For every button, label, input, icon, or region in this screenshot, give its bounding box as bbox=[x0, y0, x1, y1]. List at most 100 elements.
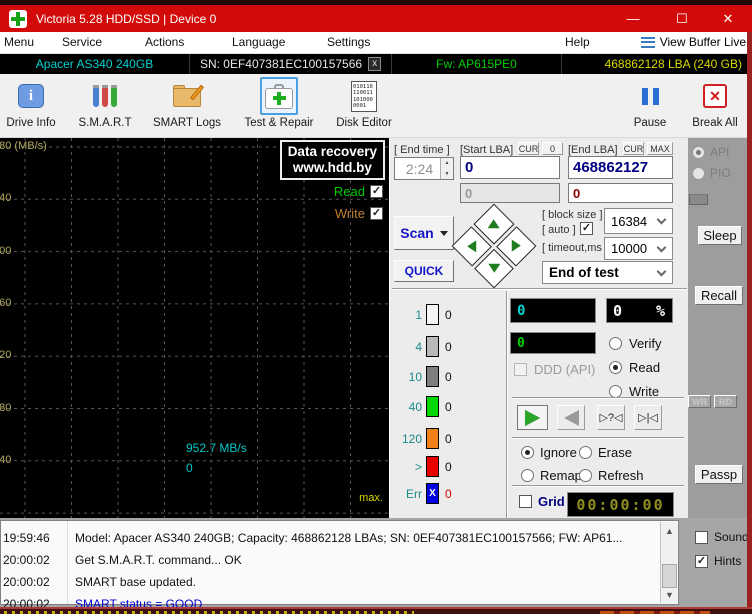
scan-button[interactable]: Scan bbox=[394, 216, 454, 250]
menu-item-service[interactable]: Service bbox=[62, 35, 102, 49]
action-radio-label: Refresh bbox=[598, 468, 644, 483]
mode-radio-read[interactable]: Read bbox=[609, 360, 660, 375]
minimize-button[interactable]: — bbox=[613, 5, 653, 32]
s-m-a-r-t-button[interactable]: S.M.A.R.T bbox=[72, 77, 138, 129]
end-cur-button[interactable]: CUR bbox=[623, 142, 644, 155]
scrollbar-thumb[interactable] bbox=[662, 564, 677, 588]
ignore-radio-icon bbox=[521, 446, 534, 459]
counter-row-10: 100 bbox=[394, 366, 452, 387]
menu-item-help[interactable]: Help bbox=[565, 35, 590, 49]
action-radio-refresh[interactable]: Refresh bbox=[579, 468, 644, 483]
mode-radio-verify[interactable]: Verify bbox=[609, 336, 662, 351]
device-capacity: 468862128 LBA (240 GB) bbox=[562, 54, 752, 74]
action-radio-erase[interactable]: Erase bbox=[579, 445, 632, 460]
down-arrow-icon bbox=[488, 264, 500, 273]
lba-lcd-display: 0 bbox=[510, 298, 596, 323]
end-of-test-dropdown[interactable]: End of test bbox=[542, 261, 673, 284]
menu-item-settings[interactable]: Settings bbox=[327, 35, 370, 49]
close-button[interactable]: ✕ bbox=[708, 5, 748, 32]
menu-item-actions[interactable]: Actions bbox=[145, 35, 184, 49]
victoria-window: Victoria 5.28 HDD/SSD | Device 0 — ☐ ✕ M… bbox=[0, 0, 752, 614]
hints-checkbox[interactable]: ✓ bbox=[695, 555, 708, 568]
quick-button[interactable]: QUICK bbox=[394, 260, 454, 282]
timeout-dropdown[interactable]: 10000 bbox=[604, 237, 673, 260]
sound-checkbox[interactable] bbox=[695, 531, 708, 544]
hints-option[interactable]: ✓ Hints bbox=[695, 554, 741, 568]
toolbar-button-label: S.M.A.R.T bbox=[78, 117, 131, 129]
ddd-api-option[interactable]: DDD (API) bbox=[514, 362, 595, 377]
maximize-button[interactable]: ☐ bbox=[662, 5, 702, 32]
log-output: 19:59:46Model: Apacer AS340 240GB; Capac… bbox=[0, 520, 679, 605]
test-repair-button[interactable]: Test & Repair bbox=[236, 77, 322, 129]
drive-info-button[interactable]: i Drive Info bbox=[0, 77, 62, 129]
grid-option[interactable]: Grid bbox=[519, 494, 565, 509]
toolbar-button-label: Drive Info bbox=[6, 117, 55, 129]
app-icon bbox=[9, 10, 27, 28]
read-checkbox[interactable]: ✓ bbox=[370, 185, 383, 198]
timeout-label: [ timeout,ms ] bbox=[542, 242, 608, 254]
start-zero-button[interactable]: 0 bbox=[542, 142, 563, 155]
start-lba-input[interactable]: 0 bbox=[460, 156, 560, 179]
divider bbox=[392, 288, 687, 290]
erase-radio-icon bbox=[579, 446, 592, 459]
end-max-button[interactable]: MAX bbox=[647, 142, 673, 155]
title-bar[interactable]: Victoria 5.28 HDD/SSD | Device 0 — ☐ ✕ bbox=[0, 5, 752, 32]
play-icon bbox=[525, 410, 540, 426]
counter-swatch bbox=[426, 428, 439, 449]
block-size-dropdown[interactable]: 16384 bbox=[604, 208, 673, 234]
drive-info-icon: i bbox=[18, 84, 44, 108]
view-buffer-live-button[interactable]: View Buffer Live bbox=[641, 35, 746, 49]
action-radio-remap[interactable]: Remap bbox=[521, 468, 582, 483]
pio-radio[interactable]: PIO bbox=[692, 166, 731, 180]
log-timestamp: 20:00:02 bbox=[1, 553, 67, 567]
api-radio[interactable]: API bbox=[692, 145, 729, 159]
start-cur-button[interactable]: CUR bbox=[518, 142, 539, 155]
counter-label: 40 bbox=[394, 400, 422, 414]
sound-option[interactable]: Sound bbox=[695, 530, 749, 544]
break-all-button[interactable]: ✕ Break All bbox=[682, 77, 748, 129]
ddd-api-checkbox[interactable] bbox=[514, 363, 527, 376]
y-axis-tick: 700 bbox=[0, 245, 11, 257]
start-lba-label: [Start LBA] bbox=[460, 144, 513, 156]
device-model: Apacer AS340 240GB bbox=[0, 54, 190, 74]
pause-button[interactable]: Pause bbox=[622, 77, 678, 129]
counter-swatch bbox=[426, 336, 439, 357]
device-firmware: Fw: AP615PE0 bbox=[392, 54, 562, 74]
toolbar-button-label: SMART Logs bbox=[153, 117, 221, 129]
log-scrollbar[interactable]: ▲ ▼ bbox=[660, 522, 677, 603]
disk-editor-button[interactable]: 010110 110011 101000 0001Disk Editor bbox=[328, 77, 400, 129]
menu-item-menu[interactable]: Menu bbox=[4, 35, 34, 49]
y-axis-tick: 980 (MB/s) bbox=[0, 140, 47, 152]
divider bbox=[512, 485, 684, 487]
auto-checkbox[interactable]: ✓ bbox=[580, 222, 593, 235]
divider bbox=[512, 397, 684, 399]
wr-button[interactable]: WR bbox=[688, 395, 711, 408]
menu-item-language[interactable]: Language bbox=[232, 35, 285, 49]
log-row: 19:59:46Model: Apacer AS340 240GB; Capac… bbox=[1, 527, 678, 549]
api-radio-icon bbox=[692, 146, 705, 159]
serial-close-button[interactable]: x bbox=[368, 57, 381, 71]
spinner-arrows[interactable]: ▲▼ bbox=[440, 158, 453, 179]
action-radio-ignore[interactable]: Ignore bbox=[521, 445, 577, 460]
passp-button[interactable]: Passp bbox=[695, 465, 743, 484]
rd-button[interactable]: RD bbox=[714, 395, 737, 408]
reverse-button[interactable] bbox=[557, 405, 585, 430]
write-checkbox[interactable]: ✓ bbox=[370, 207, 383, 220]
direction-pad[interactable] bbox=[452, 204, 537, 289]
recall-button[interactable]: Recall bbox=[695, 286, 743, 305]
end-lba-input[interactable]: 468862127 bbox=[568, 156, 673, 179]
seek-question-button[interactable]: ▷?◁ bbox=[597, 405, 625, 430]
end-time-spinner[interactable]: 2:24 ▲▼ bbox=[394, 157, 454, 180]
log-row: 20:00:02Get S.M.A.R.T. command... OK bbox=[1, 549, 678, 571]
scroll-down-icon[interactable]: ▼ bbox=[662, 587, 677, 602]
read-radio-icon bbox=[609, 361, 622, 374]
seek-end-button[interactable]: ▷|◁ bbox=[634, 405, 662, 430]
sleep-button[interactable]: Sleep bbox=[698, 226, 742, 245]
grid-checkbox[interactable] bbox=[519, 495, 532, 508]
start-test-button[interactable] bbox=[517, 405, 548, 430]
action-radio-label: Remap bbox=[540, 468, 582, 483]
smart-logs-button[interactable]: SMART Logs bbox=[148, 77, 226, 129]
status-led bbox=[689, 194, 708, 205]
scroll-up-icon[interactable]: ▲ bbox=[662, 523, 677, 538]
end-lba-secondary[interactable]: 0 bbox=[568, 183, 673, 203]
